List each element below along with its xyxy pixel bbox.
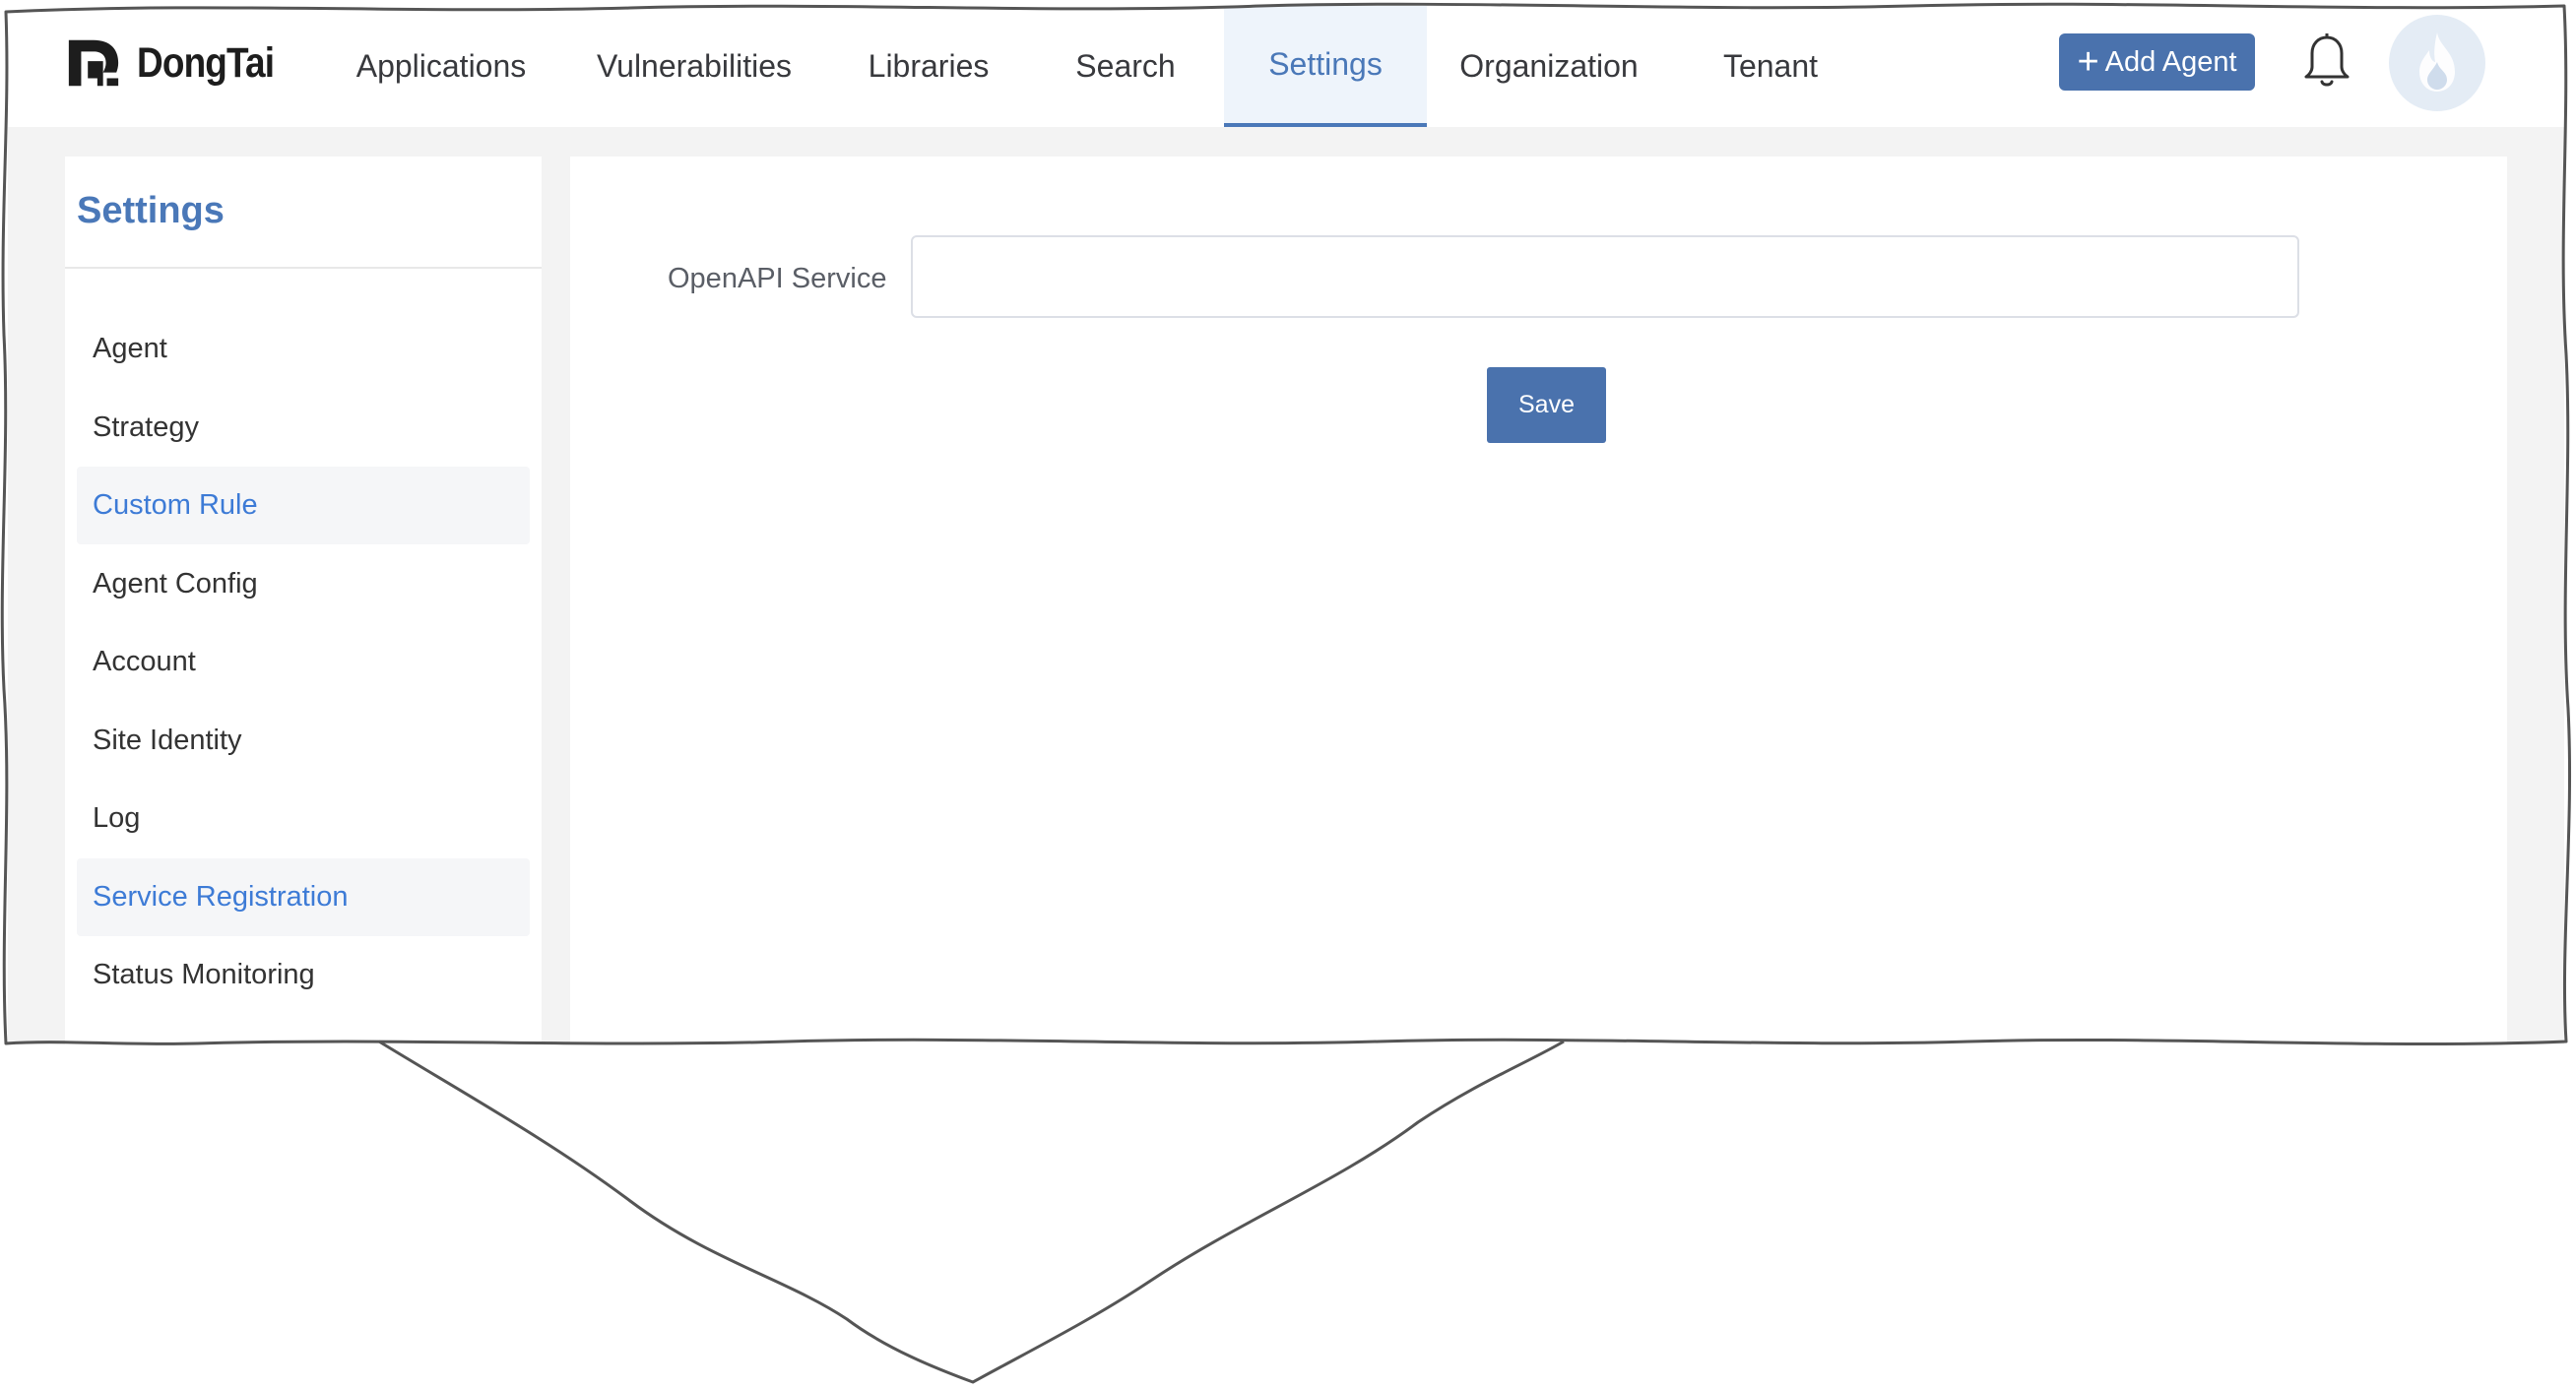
sidebar-item-status-monitoring[interactable]: Status Monitoring <box>77 936 530 1014</box>
top-navigation-bar: DongTai Applications Vulnerabilities Lib… <box>8 6 2564 127</box>
sidebar-item-agent-config[interactable]: Agent Config <box>77 545 530 623</box>
nav-tab-vulnerabilities[interactable]: Vulnerabilities <box>571 6 817 127</box>
nav-tab-libraries[interactable]: Libraries <box>840 6 1017 127</box>
sidebar-item-log[interactable]: Log <box>77 780 530 857</box>
sidebar-item-service-registration[interactable]: Service Registration <box>77 858 530 936</box>
app-window: DongTai Applications Vulnerabilities Lib… <box>8 6 2564 1044</box>
main-content-panel: OpenAPI Service Save <box>570 157 2507 1044</box>
plus-icon: + <box>2077 41 2099 83</box>
avatar[interactable] <box>2389 15 2485 111</box>
nav-tab-organization[interactable]: Organization <box>1441 6 1657 127</box>
sidebar-item-account[interactable]: Account <box>77 623 530 701</box>
sidebar-divider <box>65 267 542 269</box>
add-agent-label: Add Agent <box>2104 45 2237 78</box>
openapi-service-label: OpenAPI Service <box>668 263 887 294</box>
sidebar-title: Settings <box>77 190 225 231</box>
bell-icon[interactable] <box>2300 32 2353 91</box>
nav-tab-search[interactable]: Search <box>1042 6 1209 127</box>
settings-sidebar: Settings Agent Strategy Custom Rule Agen… <box>65 157 542 1044</box>
sidebar-item-strategy[interactable]: Strategy <box>77 389 530 467</box>
sidebar-item-custom-rule[interactable]: Custom Rule <box>77 467 530 544</box>
screenshot-stage: DongTai Applications Vulnerabilities Lib… <box>0 0 2576 1389</box>
brand-logo[interactable]: DongTai <box>65 32 296 95</box>
flame-icon <box>2419 32 2455 92</box>
nav-tab-tenant[interactable]: Tenant <box>1687 6 1854 127</box>
dongtai-logo-icon <box>68 39 119 87</box>
sidebar-item-agent[interactable]: Agent <box>77 310 530 388</box>
add-agent-button[interactable]: + Add Agent <box>2059 33 2255 91</box>
openapi-service-input[interactable] <box>911 235 2299 318</box>
save-button[interactable]: Save <box>1487 367 1606 443</box>
nav-tab-settings[interactable]: Settings <box>1224 6 1427 127</box>
sidebar-item-site-identity[interactable]: Site Identity <box>77 702 530 780</box>
nav-tab-applications[interactable]: Applications <box>328 6 554 127</box>
brand-name: DongTai <box>137 38 275 87</box>
